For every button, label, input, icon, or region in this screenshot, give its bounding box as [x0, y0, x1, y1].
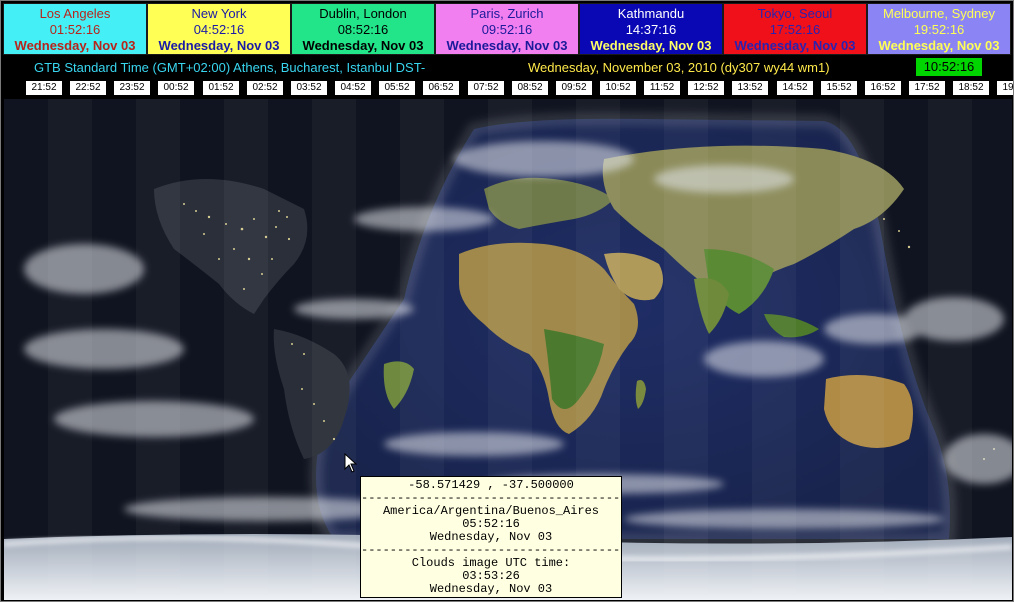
city-clock-los-angeles[interactable]: Los Angeles 01:52:16 Wednesday, Nov 03: [3, 3, 147, 55]
city-clock-dublin-london[interactable]: Dublin, London 08:52:16 Wednesday, Nov 0…: [291, 3, 435, 55]
city-name: New York: [191, 6, 247, 21]
tooltip-clouds-date: Wednesday, Nov 03: [429, 582, 553, 596]
city-name: Paris, Zurich: [470, 6, 544, 21]
city-time: 08:52:16: [337, 22, 389, 37]
hour-tick: 16:52: [865, 81, 901, 95]
hour-tick: 21:52: [26, 81, 62, 95]
hour-tick: 03:52: [291, 81, 327, 95]
hour-tick: 14:52: [777, 81, 813, 95]
tooltip-coordinates: -58.571429 , -37.500000: [408, 478, 574, 492]
city-clock-tokyo-seoul[interactable]: Tokyo, Seoul 17:52:16 Wednesday, Nov 03: [723, 3, 867, 55]
current-date-label: Wednesday, November 03, 2010 (dy307 wy44…: [528, 60, 830, 75]
hour-scale: 21:52 22:52 23:52 00:52 01:52 02:52 03:52 04:52…: [26, 81, 1013, 95]
hour-tick: 07:52: [468, 81, 504, 95]
city-name: Dublin, London: [319, 6, 407, 21]
city-time: 04:52:16: [193, 22, 245, 37]
city-date: Wednesday, Nov 03: [446, 38, 568, 53]
city-clock-new-york[interactable]: New York 04:52:16 Wednesday, Nov 03: [147, 3, 291, 55]
hour-tick: 08:52: [512, 81, 548, 95]
hour-tick: 02:52: [247, 81, 283, 95]
hour-tick: 18:52: [953, 81, 989, 95]
location-tooltip: -58.571429 , -37.500000 ----------------…: [360, 476, 622, 598]
local-time-clock: 10:52:16: [916, 58, 982, 76]
hour-tick: 19:52: [997, 81, 1013, 95]
city-date: Wednesday, Nov 03: [14, 38, 136, 53]
tooltip-zone-date: Wednesday, Nov 03: [429, 530, 553, 544]
city-date: Wednesday, Nov 03: [302, 38, 424, 53]
world-clock-window: Los Angeles 01:52:16 Wednesday, Nov 03 N…: [0, 0, 1014, 602]
city-name: Tokyo, Seoul: [757, 6, 833, 21]
city-name: Kathmandu: [617, 6, 685, 21]
hour-tick: 15:52: [821, 81, 857, 95]
city-clock-kathmandu[interactable]: Kathmandu 14:37:16 Wednesday, Nov 03: [579, 3, 723, 55]
hour-tick: 17:52: [909, 81, 945, 95]
hour-tick: 04:52: [335, 81, 371, 95]
hour-tick: 23:52: [114, 81, 150, 95]
city-time: 09:52:16: [481, 22, 533, 37]
city-clock-strip: Los Angeles 01:52:16 Wednesday, Nov 03 N…: [3, 3, 1011, 55]
hour-tick: 00:52: [158, 81, 194, 95]
city-time: 17:52:16: [769, 22, 821, 37]
city-date: Wednesday, Nov 03: [878, 38, 1000, 53]
city-time: 14:37:16: [625, 22, 677, 37]
city-time: 01:52:16: [49, 22, 101, 37]
timezone-info-bar: GTB Standard Time (GMT+02:00) Athens, Bu…: [1, 57, 1013, 79]
hour-tick: 06:52: [423, 81, 459, 95]
city-clock-melbourne-sydney[interactable]: Melbourne, Sydney 19:52:16 Wednesday, No…: [867, 3, 1011, 55]
mouse-pointer-icon: [344, 453, 358, 473]
hour-tick: 22:52: [70, 81, 106, 95]
hour-tick: 10:52: [600, 81, 636, 95]
hour-tick: 09:52: [556, 81, 592, 95]
timezone-label[interactable]: GTB Standard Time (GMT+02:00) Athens, Bu…: [34, 60, 425, 75]
hour-tick: 11:52: [644, 81, 680, 95]
city-clock-paris-zurich[interactable]: Paris, Zurich 09:52:16 Wednesday, Nov 03: [435, 3, 579, 55]
hour-tick: 05:52: [379, 81, 415, 95]
city-name: Los Angeles: [39, 6, 111, 21]
hour-tick: 13:52: [732, 81, 768, 95]
city-date: Wednesday, Nov 03: [590, 38, 712, 53]
city-name: Melbourne, Sydney: [882, 6, 995, 21]
city-date: Wednesday, Nov 03: [734, 38, 856, 53]
city-time: 19:52:16: [913, 22, 965, 37]
hour-tick: 01:52: [203, 81, 239, 95]
city-date: Wednesday, Nov 03: [158, 38, 280, 53]
hour-tick: 12:52: [688, 81, 724, 95]
